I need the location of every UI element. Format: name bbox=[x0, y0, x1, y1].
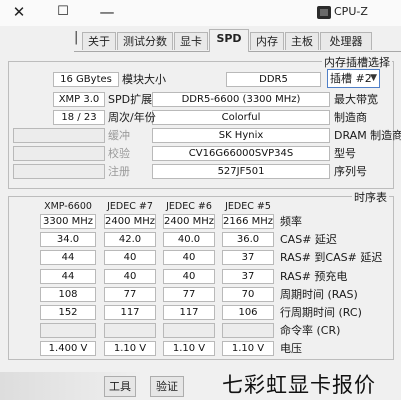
size-field: 16 GBytes bbox=[53, 72, 119, 87]
buffered-label: 缓冲 bbox=[108, 129, 130, 142]
timing-cell: 37 bbox=[222, 269, 274, 284]
tab-spd[interactable]: SPD bbox=[209, 29, 249, 52]
tab-about[interactable]: 关于 bbox=[82, 32, 116, 50]
timing-cell bbox=[222, 323, 274, 338]
timing-cell: 70 bbox=[222, 287, 274, 302]
dram-mfr-label: DRAM 制造商 bbox=[334, 129, 401, 142]
timing-cell bbox=[163, 323, 215, 338]
validate-button[interactable]: 验证 bbox=[150, 376, 184, 397]
tab-bench[interactable]: 测试分数 bbox=[117, 32, 173, 50]
serial-field: 527JF501 bbox=[152, 164, 330, 179]
dram-mfr-field: SK Hynix bbox=[152, 128, 330, 143]
week-year-field: 18 / 23 bbox=[53, 110, 105, 125]
buffered-field bbox=[13, 128, 105, 143]
manufacturer-label: 制造商 bbox=[334, 111, 367, 124]
cpu-z-app-icon bbox=[317, 6, 331, 19]
timing-row-label: RAS# 到CAS# 延迟 bbox=[280, 251, 383, 264]
timing-cell: 117 bbox=[163, 305, 215, 320]
part-number-field: CV16G66000SVP34S bbox=[152, 146, 330, 161]
cpu-z-window: ✕ ☐ — CPU-Z | 关于 测试分数 显卡 SPD 内存 主板 处理器 内… bbox=[0, 0, 401, 400]
week-year-label: 周次/年份 bbox=[108, 111, 156, 124]
part-number-label: 型号 bbox=[334, 147, 356, 160]
timing-cell: 108 bbox=[40, 287, 96, 302]
size-label: 模块大小 bbox=[122, 73, 166, 86]
correction-label: 校验 bbox=[108, 147, 130, 160]
timing-cell: 40.0 bbox=[163, 232, 215, 247]
spd-ext-label: SPD扩展 bbox=[108, 93, 153, 106]
timing-cell: 2166 MHz bbox=[222, 214, 274, 229]
col-header-xmp: XMP-6600 bbox=[44, 201, 92, 212]
tab-mainboard[interactable]: 主板 bbox=[285, 32, 319, 50]
tools-button[interactable]: 工具 bbox=[104, 376, 136, 397]
correction-field bbox=[13, 146, 105, 161]
tab-graphics[interactable]: 显卡 bbox=[174, 32, 208, 50]
spd-ext-field: XMP 3.0 bbox=[53, 92, 105, 107]
timing-row-label: 电压 bbox=[280, 342, 302, 355]
col-header-jedec5: JEDEC #5 bbox=[225, 201, 271, 212]
timing-cell: 40 bbox=[104, 250, 156, 265]
col-header-jedec6: JEDEC #6 bbox=[166, 201, 212, 212]
caption-text: 七彩虹显卡报价 bbox=[222, 373, 376, 397]
timing-cell: 42.0 bbox=[104, 232, 156, 247]
close-button[interactable]: ✕ bbox=[4, 0, 34, 26]
col-header-jedec7: JEDEC #7 bbox=[107, 201, 153, 212]
timing-cell: 44 bbox=[40, 250, 96, 265]
tab-cpu[interactable]: 处理器 bbox=[320, 32, 372, 50]
timing-cell: 37 bbox=[222, 250, 274, 265]
slot-select-value: 插槽 #2 bbox=[330, 72, 372, 85]
tab-bar: 关于 测试分数 显卡 SPD 内存 主板 处理器 bbox=[74, 29, 401, 52]
timing-cell: 36.0 bbox=[222, 232, 274, 247]
timing-row-label: 周期时间 (RAS) bbox=[280, 288, 358, 301]
timing-cell: 40 bbox=[104, 269, 156, 284]
serial-label: 序列号 bbox=[334, 165, 367, 178]
registered-label: 注册 bbox=[108, 165, 130, 178]
memory-slot-legend: 内存插槽选择 bbox=[322, 54, 392, 70]
timing-cell: 77 bbox=[104, 287, 156, 302]
title-bar: ✕ ☐ — CPU-Z bbox=[0, 0, 401, 26]
slot-select[interactable]: 插槽 #2 ▼ bbox=[327, 69, 380, 88]
timing-cell: 1.10 V bbox=[222, 341, 274, 356]
timing-cell: 40 bbox=[163, 269, 215, 284]
timing-cell: 44 bbox=[40, 269, 96, 284]
chevron-down-icon: ▼ bbox=[370, 73, 377, 83]
timing-cell bbox=[40, 323, 96, 338]
timing-cell: 1.400 V bbox=[40, 341, 96, 356]
timing-row-label: 行周期时间 (RC) bbox=[280, 306, 362, 319]
timing-cell: 2400 MHz bbox=[104, 214, 156, 229]
timings-legend: 时序表 bbox=[352, 189, 389, 205]
timing-cell: 3300 MHz bbox=[40, 214, 96, 229]
timing-row-label: 命令率 (CR) bbox=[280, 324, 341, 337]
registered-field bbox=[13, 164, 105, 179]
module-type-field: DDR5 bbox=[226, 72, 321, 87]
tab-memory[interactable]: 内存 bbox=[250, 32, 284, 50]
timing-row-label: 频率 bbox=[280, 215, 302, 228]
timing-cell: 1.10 V bbox=[163, 341, 215, 356]
timing-cell: 106 bbox=[222, 305, 274, 320]
manufacturer-field: Colorful bbox=[152, 110, 330, 125]
timing-cell: 34.0 bbox=[40, 232, 96, 247]
maximize-button[interactable]: ☐ bbox=[48, 0, 78, 26]
minimize-button[interactable]: — bbox=[92, 0, 122, 26]
timing-cell: 40 bbox=[163, 250, 215, 265]
timing-cell: 2400 MHz bbox=[163, 214, 215, 229]
timing-row-label: RAS# 预充电 bbox=[280, 270, 348, 283]
timing-cell: 77 bbox=[163, 287, 215, 302]
max-bandwidth-label: 最大带宽 bbox=[334, 93, 378, 106]
timing-cell: 117 bbox=[104, 305, 156, 320]
timing-cell: 152 bbox=[40, 305, 96, 320]
timing-row-label: CAS# 延迟 bbox=[280, 233, 337, 246]
max-bandwidth-field: DDR5-6600 (3300 MHz) bbox=[152, 92, 330, 107]
timing-cell bbox=[104, 323, 156, 338]
timing-cell: 1.10 V bbox=[104, 341, 156, 356]
window-title: CPU-Z bbox=[334, 5, 368, 18]
